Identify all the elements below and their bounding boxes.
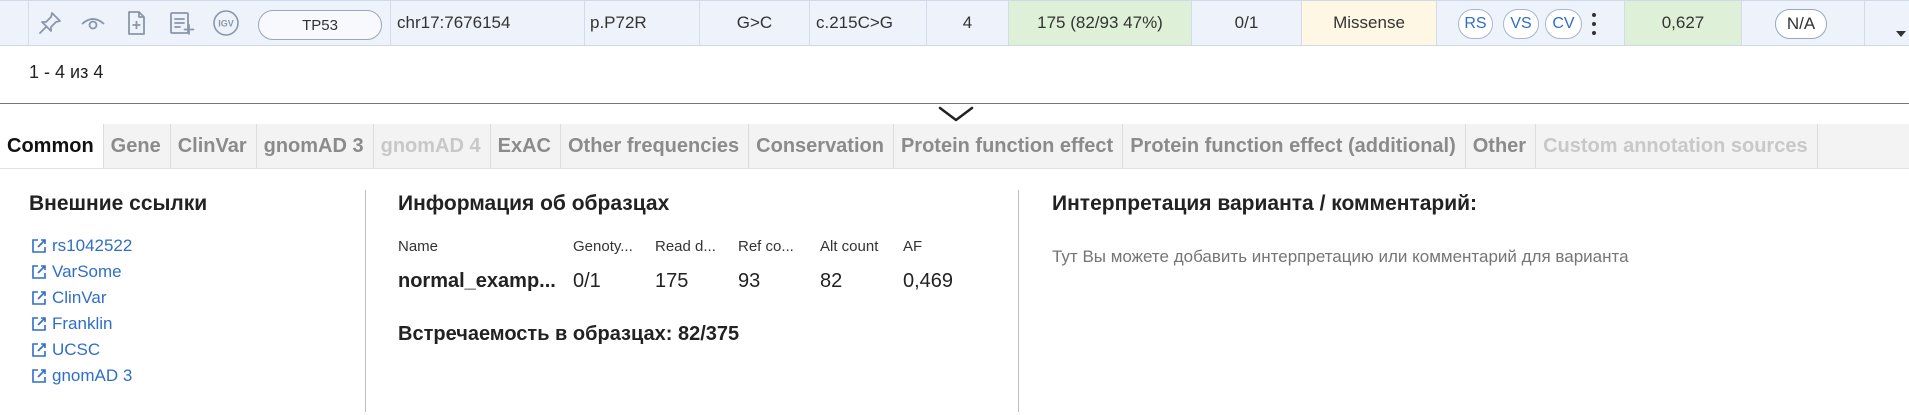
nucleotide-cell: G>C [700,1,810,45]
external-link-icon [32,239,46,253]
row-gutter [0,1,29,45]
sample-ref-count-cell: 93 [738,270,761,292]
protein-change-cell: p.P72R [585,1,700,45]
column-separator [1018,190,1019,412]
position-cell: chr17:7676154 [391,1,585,45]
tag-vs-button[interactable]: VS [1503,9,1539,39]
tab-gnomad-3[interactable]: gnomAD 3 [257,124,374,168]
external-link-icon [32,265,46,279]
tab-other[interactable]: Other [1466,124,1537,168]
samples-title: Информация об образцах [398,192,670,215]
igv-logo-text: IGV [218,19,234,29]
column-header-af[interactable]: AF [903,238,963,255]
external-links-list: rs1042522 VarSome ClinVar Franklin UCSC … [30,233,132,389]
tab-gnomad-4: gnomAD 4 [374,124,491,168]
link-gnomad-3[interactable]: gnomAD 3 [30,363,132,389]
depth-cell: 175 (82/93 47%) [1009,1,1192,45]
external-links-title: Внешние ссылки [29,192,208,215]
column-separator [365,190,366,412]
column-header-ref-count[interactable]: Ref co... [738,238,813,255]
link-rs1042522[interactable]: rs1042522 [30,233,132,259]
tab-common[interactable]: Common [0,124,104,168]
eye-icon[interactable] [78,8,108,38]
variant-row[interactable]: IGV TP53 chr17:7676154 p.P72R G>C c.215C… [0,0,1909,46]
pagination-info: 1 - 4 из 4 [29,62,104,82]
score-cell: 0,627 [1625,1,1742,45]
link-label[interactable]: ClinVar [52,288,106,308]
pin-icon[interactable] [35,8,65,38]
external-link-icon [32,343,46,357]
igv-icon[interactable]: IGV [211,8,241,38]
tab-exac[interactable]: ExAC [491,124,561,168]
sample-name-cell: normal_examp... [398,270,556,292]
link-label[interactable]: rs1042522 [52,236,132,256]
genotype-cell: 0/1 [1192,1,1302,45]
annotation-tabs: Common Gene ClinVar gnomAD 3 gnomAD 4 Ex… [0,124,1909,169]
more-options-icon[interactable] [1588,11,1600,37]
link-varsome[interactable]: VarSome [30,259,132,285]
link-label[interactable]: VarSome [52,262,122,282]
sample-read-depth-cell: 175 [655,270,689,292]
add-file-icon[interactable] [121,8,151,38]
tab-protein-function-effect-additional[interactable]: Protein function effect (additional) [1123,124,1466,168]
link-clinvar[interactable]: ClinVar [30,285,132,311]
column-header-alt-count[interactable]: Alt count [820,238,900,255]
sample-af-cell: 0,469 [903,270,954,292]
tab-clinvar[interactable]: ClinVar [171,124,257,168]
tab-custom-annotation-sources: Custom annotation sources [1536,124,1818,168]
link-ucsc[interactable]: UCSC [30,337,132,363]
column-header-genotype[interactable]: Genoty... [573,238,648,255]
sample-alt-count-cell: 82 [820,270,843,292]
tab-protein-function-effect[interactable]: Protein function effect [894,124,1124,168]
column-header-name[interactable]: Name [398,238,558,255]
scroll-down-icon[interactable] [1896,31,1906,37]
count-cell: 4 [927,1,1009,45]
tag-rs-button[interactable]: RS [1458,9,1493,39]
external-link-icon [32,369,46,383]
column-header-read-depth[interactable]: Read d... [655,238,730,255]
sample-genotype-cell: 0/1 [573,270,601,292]
tag-cv-button[interactable]: CV [1545,9,1582,39]
gene-pill[interactable]: TP53 [258,10,382,40]
link-label[interactable]: gnomAD 3 [52,366,132,386]
collapse-chevron-icon[interactable] [936,104,976,124]
na-button[interactable]: N/A [1775,9,1827,39]
cdna-change-cell: c.215C>G [810,1,927,45]
tab-conservation[interactable]: Conservation [749,124,894,168]
interpretation-title: Интерпретация варианта / комментарий: [1052,192,1478,215]
external-link-icon [32,291,46,305]
tab-other-frequencies[interactable]: Other frequencies [561,124,750,168]
effect-cell: Missense [1302,1,1437,45]
note-list-icon[interactable] [166,8,196,38]
link-label[interactable]: Franklin [52,314,112,334]
interpretation-comment-input[interactable] [1052,246,1692,312]
tab-gene[interactable]: Gene [104,124,171,168]
link-franklin[interactable]: Franklin [30,311,132,337]
link-label[interactable]: UCSC [52,340,100,360]
external-link-icon [32,317,46,331]
sample-occurrence: Встречаемость в образцах: 82/375 [398,323,740,345]
